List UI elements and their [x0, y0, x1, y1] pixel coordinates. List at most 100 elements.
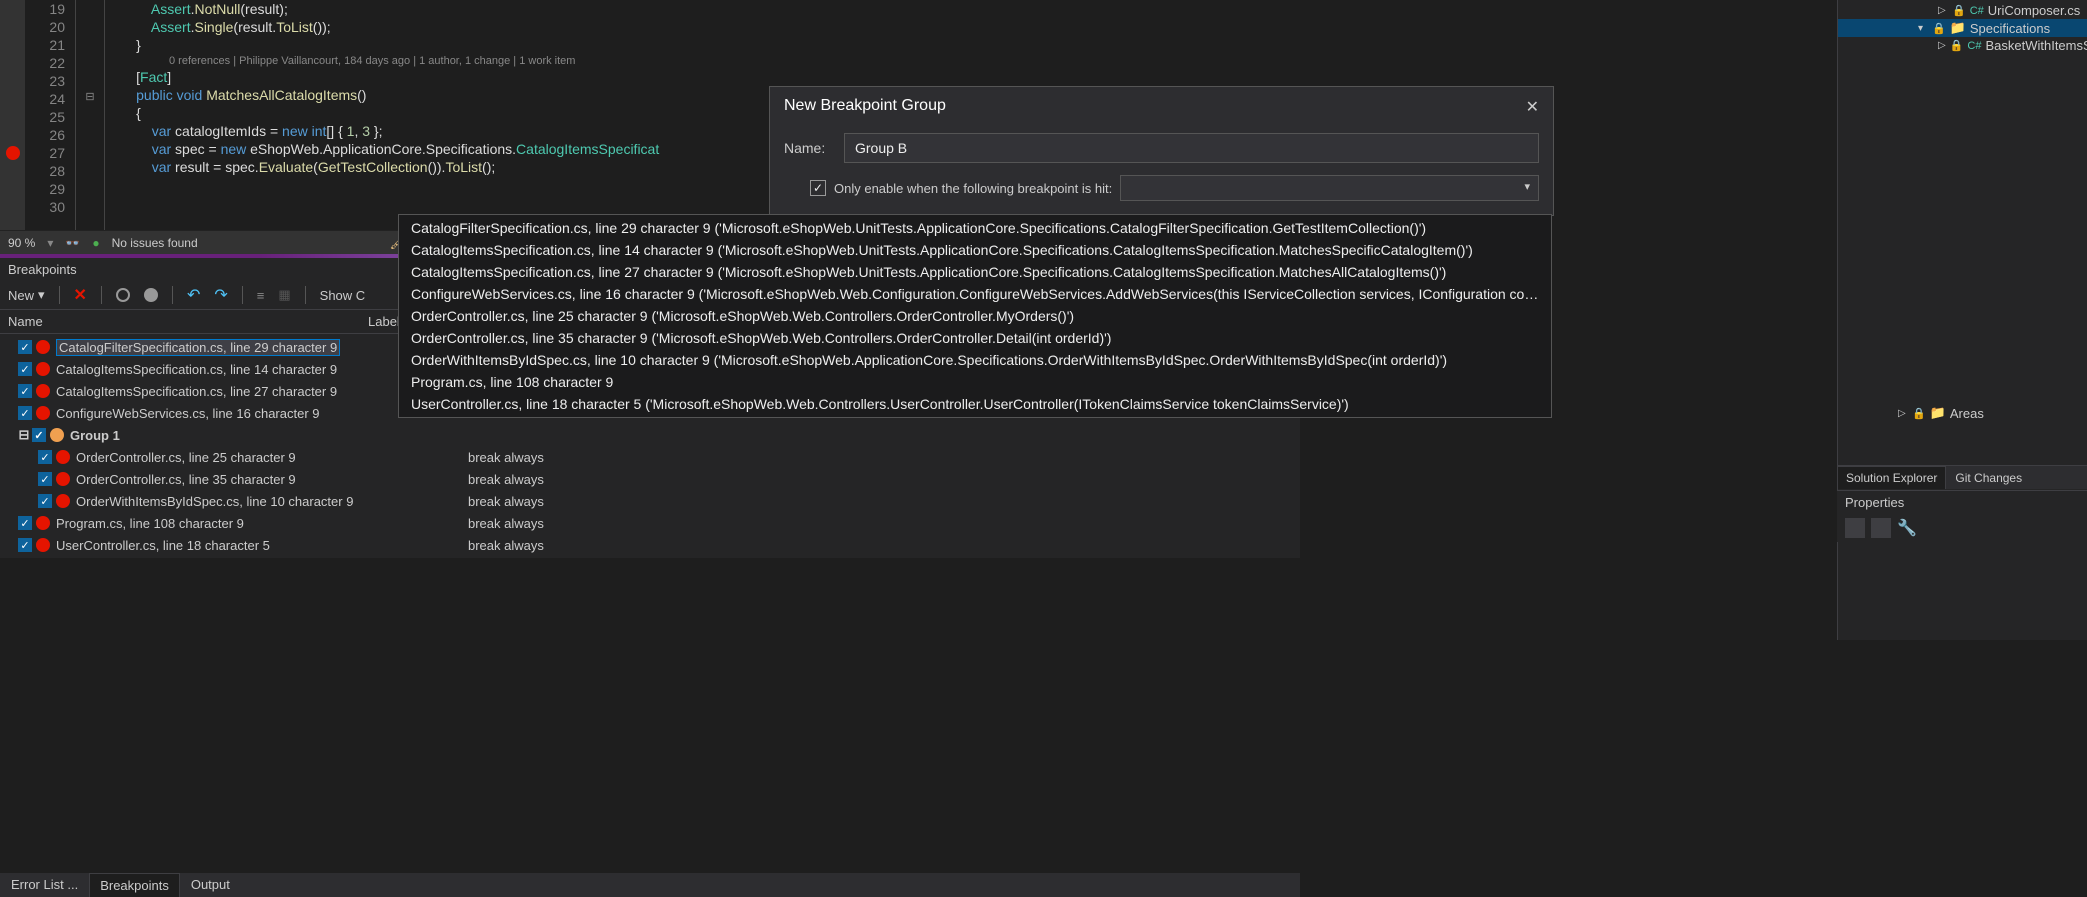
breakpoint-row[interactable]: ✓ OrderController.cs, line 35 character 9… [0, 468, 1300, 490]
group-name-input[interactable] [844, 133, 1539, 163]
alphabetize-button[interactable] [1871, 518, 1891, 538]
breakpoint-label: OrderController.cs, line 25 character 9 [76, 450, 296, 465]
go-to-source-button[interactable]: ≡ [257, 288, 265, 303]
breakpoint-condition: break always [468, 450, 544, 465]
chevron-down-icon[interactable]: ▾ [47, 236, 53, 250]
breakpoint-dot-icon [36, 538, 50, 552]
breakpoint-label: ConfigureWebServices.cs, line 16 charact… [56, 406, 320, 421]
zoom-level[interactable]: 90 % [8, 236, 35, 250]
breakpoint-select-dropdown[interactable] [1120, 175, 1539, 201]
breakpoint-group-row[interactable]: ⊟✓Group 1 [0, 424, 1300, 446]
collapse-icon[interactable]: ⊟ [18, 427, 30, 443]
dialog-title: New Breakpoint Group [784, 97, 946, 117]
breakpoint-dot-icon [36, 340, 50, 354]
tree-item[interactable]: ▾ 🔒 📁 Specifications [1838, 19, 2087, 37]
categorize-button[interactable] [1845, 518, 1865, 538]
checkbox[interactable]: ✓ [18, 406, 32, 420]
collapse-icon[interactable]: ⊟ [76, 90, 104, 103]
checkbox[interactable]: ✓ [18, 384, 32, 398]
tab-error-list[interactable]: Error List ... [0, 872, 89, 897]
enable-when-hit-checkbox[interactable]: ✓ [810, 180, 826, 196]
solution-explorer: ▷🔒C#UriComposer.cs▾🔒📁Specifications▷🔒C#B… [1837, 0, 2087, 640]
tree-item[interactable]: ▷ 🔒C# BasketWithItemsSpecific [1838, 37, 2087, 54]
disable-all-button[interactable] [116, 288, 130, 302]
dropdown-item[interactable]: OrderWithItemsByIdSpec.cs, line 10 chara… [399, 349, 1551, 371]
tree-label: UriComposer.cs [1988, 3, 2080, 18]
glasses-icon[interactable]: 👓 [65, 236, 80, 250]
csharp-file-icon: C# [1967, 40, 1981, 52]
name-label: Name: [784, 140, 834, 156]
breakpoint-row[interactable]: ✓Program.cs, line 108 character 9break a… [0, 512, 1300, 534]
group-button[interactable]: ▦ [278, 287, 290, 303]
dropdown-item[interactable]: CatalogItemsSpecification.cs, line 14 ch… [399, 239, 1551, 261]
tree-item-areas[interactable]: ▷ 🔒 📁 Areas [1838, 404, 2087, 422]
breakpoint-label: Program.cs, line 108 character 9 [56, 516, 244, 531]
enable-all-button[interactable] [144, 288, 158, 302]
lock-icon: 🔒 [1950, 39, 1964, 52]
tab-breakpoints[interactable]: Breakpoints [89, 873, 180, 897]
breakpoint-label: OrderWithItemsByIdSpec.cs, line 10 chara… [76, 494, 353, 509]
close-icon[interactable]: ✕ [1526, 97, 1539, 117]
expand-icon[interactable]: ▷ [1938, 5, 1948, 16]
column-name-header[interactable]: Name [8, 314, 368, 329]
wrench-icon[interactable]: 🔧 [1897, 518, 1917, 538]
breakpoint-condition: break always [468, 538, 544, 553]
dropdown-item[interactable]: OrderController.cs, line 35 character 9 … [399, 327, 1551, 349]
solution-explorer-tabs: Solution Explorer Git Changes [1837, 465, 2087, 489]
checkbox[interactable]: ✓ [38, 472, 52, 486]
checkbox[interactable]: ✓ [18, 362, 32, 376]
breakpoint-row[interactable]: ✓ UserController.cs, line 18 character 5 b… [0, 534, 1300, 556]
properties-title: Properties [1837, 491, 2087, 514]
circle-outline-icon [116, 288, 130, 302]
lock-icon: 🔒 [1932, 22, 1946, 35]
breakpoint-row[interactable]: ✓ OrderWithItemsByIdSpec.cs, line 10 char… [0, 490, 1300, 512]
expand-icon[interactable]: ▾ [1918, 23, 1928, 34]
breakpoint-dot-icon [36, 362, 50, 376]
dropdown-item[interactable]: CatalogFilterSpecification.cs, line 29 c… [399, 217, 1551, 239]
checkbox[interactable]: ✓ [18, 538, 32, 552]
breakpoint-label: OrderController.cs, line 35 character 9 [76, 472, 296, 487]
enable-when-hit-label: Only enable when the following breakpoin… [834, 181, 1112, 196]
checkbox[interactable]: ✓ [18, 516, 32, 530]
breakpoint-label: UserController.cs, line 18 character 5 [56, 538, 270, 553]
breakpoint-row[interactable]: ✓ OrderController.cs, line 25 character 9… [0, 446, 1300, 468]
lock-icon: 🔒 [1952, 4, 1966, 17]
show-columns-button[interactable]: Show C [320, 288, 366, 303]
new-breakpoint-button[interactable]: New ▾ [8, 287, 45, 303]
checkbox[interactable]: ✓ [18, 340, 32, 354]
dropdown-item[interactable]: ConfigureWebServices.cs, line 16 charact… [399, 283, 1551, 305]
expand-icon[interactable]: ▷ [1938, 40, 1946, 51]
breakpoint-dot-icon[interactable] [6, 146, 20, 160]
issues-status: No issues found [112, 236, 198, 250]
breakpoint-dot-icon [36, 384, 50, 398]
checkbox[interactable]: ✓ [38, 494, 52, 508]
properties-panel: Properties 🔧 [1837, 490, 2087, 542]
redo-button[interactable]: ↷ [214, 285, 227, 305]
checkbox[interactable]: ✓ [38, 450, 52, 464]
checkbox[interactable]: ✓ [32, 428, 46, 442]
fold-column[interactable]: ⊟ [75, 0, 105, 230]
tree-label: BasketWithItemsSpecific [1985, 38, 2087, 53]
undo-button[interactable]: ↶ [187, 285, 200, 305]
tree-label: Areas [1950, 406, 1984, 421]
breakpoint-gutter[interactable] [0, 0, 25, 230]
tab-solution-explorer[interactable]: Solution Explorer [1837, 466, 1946, 489]
breakpoint-label: CatalogFilterSpecification.cs, line 29 c… [56, 339, 340, 356]
dropdown-item[interactable]: CatalogItemsSpecification.cs, line 27 ch… [399, 261, 1551, 283]
breakpoint-dot-icon [56, 450, 70, 464]
expand-icon[interactable]: ▷ [1898, 408, 1908, 419]
dropdown-item[interactable]: OrderController.cs, line 25 character 9 … [399, 305, 1551, 327]
lock-icon: 🔒 [1912, 407, 1926, 420]
tab-output[interactable]: Output [180, 872, 241, 897]
delete-breakpoint-button[interactable]: ✕ [74, 285, 87, 305]
tab-git-changes[interactable]: Git Changes [1946, 466, 2031, 489]
folder-icon: 📁 [1950, 20, 1966, 36]
breakpoint-condition: break always [468, 472, 544, 487]
breakpoint-label: CatalogItemsSpecification.cs, line 14 ch… [56, 362, 337, 377]
tree-item[interactable]: ▷ 🔒 C# UriComposer.cs [1838, 2, 2087, 19]
csharp-file-icon: C# [1970, 5, 1984, 17]
dropdown-item[interactable]: Program.cs, line 108 character 9 [399, 371, 1551, 393]
new-breakpoint-group-dialog: New Breakpoint Group ✕ Name: ✓ Only enab… [769, 86, 1554, 216]
dropdown-item[interactable]: UserController.cs, line 18 character 5 (… [399, 393, 1551, 415]
tree-label: Specifications [1970, 21, 2050, 36]
